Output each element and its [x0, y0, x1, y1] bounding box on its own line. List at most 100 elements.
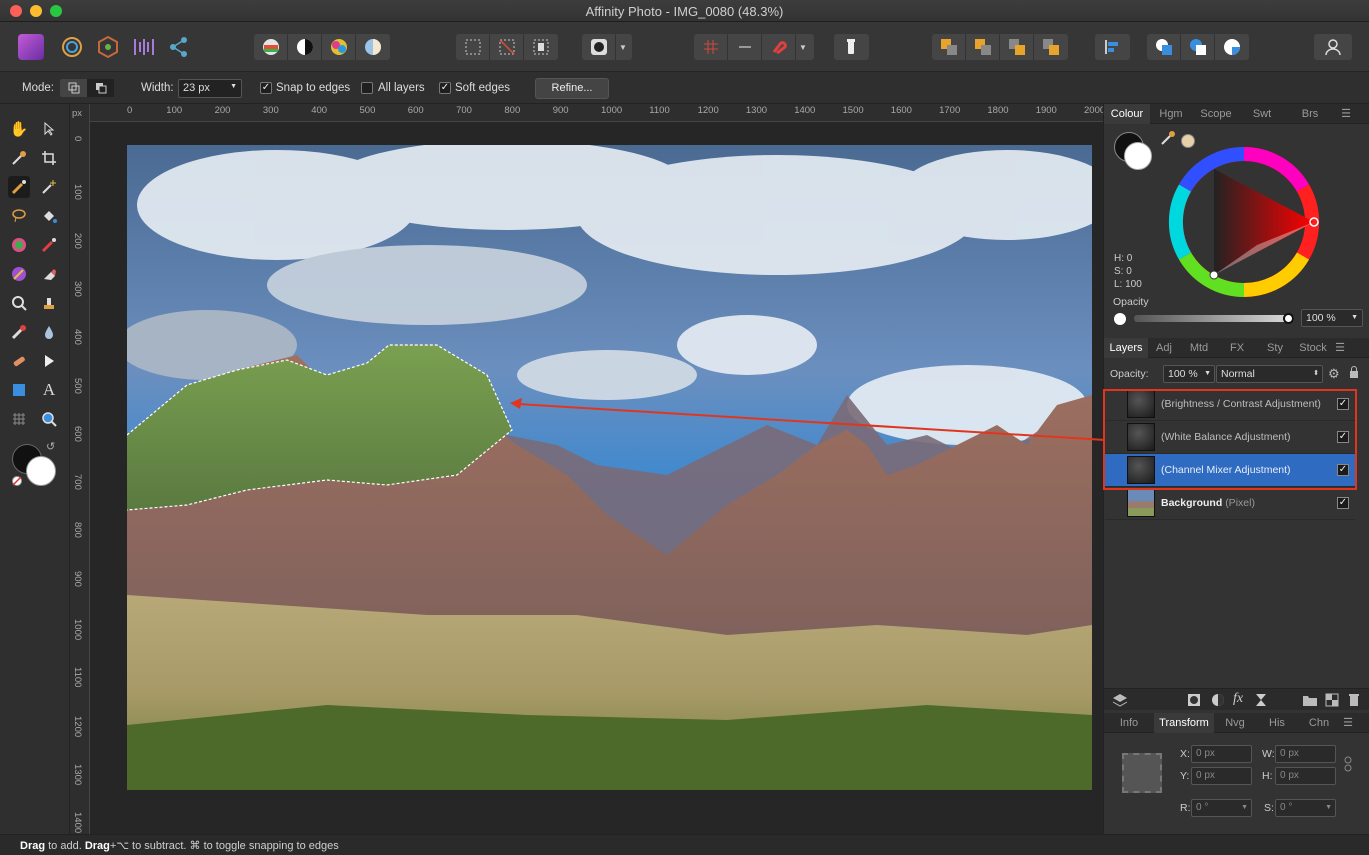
y-field[interactable]: 0 px [1191, 767, 1252, 785]
colour-picker-tool-icon[interactable] [8, 147, 30, 169]
panel-menu-icon[interactable]: ☰ [1336, 107, 1356, 120]
tab-adjustments[interactable]: Adj [1148, 342, 1180, 354]
refine-button[interactable]: Refine... [535, 78, 609, 99]
anchor-selector-icon[interactable] [1122, 753, 1162, 793]
width-field[interactable]: 23 px ▼ [178, 79, 242, 98]
auto-white-balance-button[interactable] [356, 34, 390, 60]
account-icon[interactable] [1314, 34, 1352, 60]
photo-persona-icon[interactable] [18, 34, 44, 60]
quick-mask-icon[interactable] [582, 34, 616, 60]
view-hand-tool-icon[interactable]: ✋ [8, 118, 30, 140]
rotation-dropdown-icon[interactable]: ▼ [1241, 800, 1251, 816]
export-persona-icon[interactable] [166, 34, 192, 60]
layer-settings-gear-icon[interactable]: ⚙ [1328, 366, 1340, 382]
tab-channels[interactable]: Chn [1298, 717, 1340, 729]
delete-layer-icon[interactable] [1348, 692, 1360, 710]
blur-brush-tool-icon[interactable] [38, 321, 60, 343]
zoom-tool-icon[interactable] [38, 408, 60, 430]
opacity-dropdown-icon[interactable]: ▼ [1351, 310, 1362, 326]
move-tool-icon[interactable] [38, 118, 60, 140]
grid-icon[interactable] [694, 34, 728, 60]
healing-brush-tool-icon[interactable] [8, 321, 30, 343]
deselect-icon[interactable] [490, 34, 524, 60]
shear-field[interactable]: 0 ° ▼ [1275, 799, 1336, 817]
snap-to-edges-checkbox[interactable]: ✓ [260, 82, 272, 94]
tab-histogram[interactable]: Hgm [1150, 108, 1192, 120]
tab-navigator[interactable]: Nvg [1214, 717, 1256, 729]
tab-styles[interactable]: Sty [1256, 342, 1294, 354]
crop-tool-icon[interactable] [38, 147, 60, 169]
width-dropdown-icon[interactable]: ▼ [230, 83, 237, 90]
liquify-persona-icon[interactable] [59, 34, 85, 60]
tone-mapping-persona-icon[interactable] [131, 34, 157, 60]
subtract-shapes-icon[interactable] [1181, 34, 1215, 60]
colour-wheel[interactable] [1167, 145, 1321, 299]
layer-visibility-checkbox[interactable]: ✓ [1337, 497, 1349, 509]
tab-info[interactable]: Info [1104, 717, 1154, 729]
select-all-icon[interactable] [456, 34, 490, 60]
layers-menu-icon[interactable]: ☰ [1332, 341, 1348, 354]
selection-brush-tool-icon[interactable] [8, 176, 30, 198]
shear-dropdown-icon[interactable]: ▼ [1325, 800, 1335, 816]
add-pixel-layer-icon[interactable] [1255, 693, 1267, 710]
text-tool-icon[interactable]: A [38, 379, 60, 401]
add-mask-icon[interactable] [1187, 693, 1201, 710]
tab-layers[interactable]: Layers [1104, 337, 1148, 358]
soft-edges-checkbox[interactable]: ✓ [439, 82, 451, 94]
tab-fx[interactable]: FX [1218, 342, 1256, 354]
erase-brush-tool-icon[interactable] [38, 263, 60, 285]
zoom-colour-icon[interactable] [8, 292, 30, 314]
snapping-dropdown-icon[interactable]: ▼ [796, 43, 807, 52]
assistant-icon[interactable] [834, 34, 868, 60]
add-live-filter-icon[interactable]: fx [1233, 691, 1243, 707]
h-field[interactable]: 0 px [1275, 767, 1336, 785]
auto-levels-button[interactable] [254, 34, 288, 60]
colour-secondary-swatch[interactable] [1124, 142, 1152, 170]
flood-select-tool-icon[interactable] [38, 176, 60, 198]
transform-menu-icon[interactable]: ☰ [1340, 716, 1356, 729]
patch-tool-icon[interactable] [8, 350, 30, 372]
tab-transform[interactable]: Transform [1154, 712, 1214, 733]
opacity-field[interactable]: 100 % ▼ [1301, 309, 1363, 327]
freehand-selection-tool-icon[interactable] [8, 205, 30, 227]
invert-selection-icon[interactable] [524, 34, 558, 60]
tab-history[interactable]: His [1256, 717, 1298, 729]
paint-brush-tool-icon[interactable] [38, 234, 60, 256]
snapping-magnet-icon[interactable] [762, 34, 796, 60]
auto-contrast-button[interactable] [288, 34, 322, 60]
tab-scope[interactable]: Scope [1192, 108, 1240, 120]
x-field[interactable]: 0 px [1191, 745, 1252, 763]
paint-brush-colour-icon[interactable] [8, 234, 30, 256]
pixel-tool-icon[interactable] [8, 263, 30, 285]
tab-effects-mtd[interactable]: Mtd [1180, 342, 1218, 354]
add-fill-layer-icon[interactable] [1325, 693, 1339, 710]
alignment-icon[interactable] [1095, 34, 1129, 60]
clone-brush-tool-icon[interactable] [38, 292, 60, 314]
layer-opacity-dropdown-icon[interactable]: ▼ [1204, 366, 1214, 382]
no-colour-icon[interactable] [12, 476, 22, 486]
blend-mode-select[interactable]: Normal ⬍ [1216, 365, 1323, 383]
align-handles-icon[interactable] [728, 34, 762, 60]
secondary-colour-swatch[interactable] [26, 456, 56, 486]
auto-colours-button[interactable] [322, 34, 356, 60]
mode-add-icon[interactable] [60, 79, 87, 97]
flood-fill-tool-icon[interactable] [38, 205, 60, 227]
layer-opacity-field[interactable]: 100 % ▼ [1163, 365, 1215, 383]
link-ratio-icon[interactable] [1344, 756, 1352, 775]
intersect-shapes-icon[interactable] [1215, 34, 1249, 60]
add-shapes-icon[interactable] [1147, 34, 1181, 60]
node-tool-icon[interactable] [38, 350, 60, 372]
tab-stock[interactable]: Stock [1294, 342, 1332, 354]
tab-brushes[interactable]: Brs [1284, 108, 1336, 120]
quick-mask-dropdown-icon[interactable]: ▼ [616, 43, 627, 52]
blend-mode-dropdown-icon[interactable]: ⬍ [1313, 366, 1322, 382]
move-to-front-icon[interactable] [1034, 34, 1068, 60]
add-adjustment-icon[interactable] [1211, 693, 1225, 710]
mode-subtract-icon[interactable] [87, 79, 114, 97]
swap-colours-icon[interactable]: ↺ [46, 440, 55, 453]
mesh-warp-tool-icon[interactable] [8, 408, 30, 430]
tab-colour[interactable]: Colour [1104, 103, 1150, 124]
move-to-back-icon[interactable] [932, 34, 966, 60]
document-photo[interactable] [127, 145, 1092, 790]
move-back-one-icon[interactable] [966, 34, 1000, 60]
